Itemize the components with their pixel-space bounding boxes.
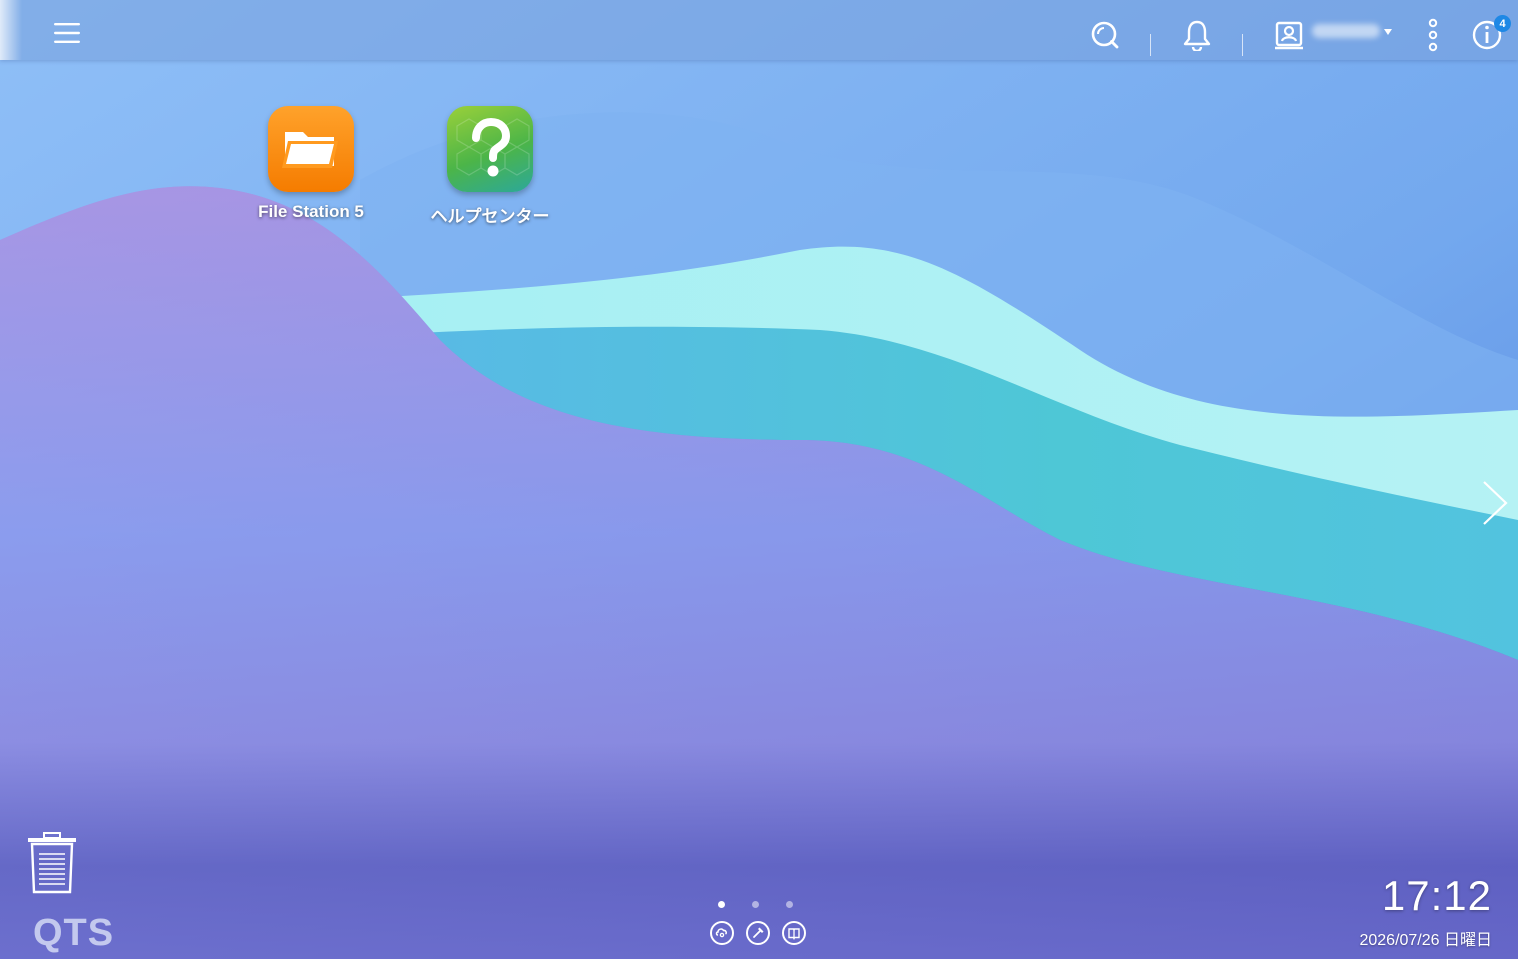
app-label: File Station 5: [258, 202, 364, 221]
user-icon: [1275, 21, 1303, 50]
more-vertical-icon: [1428, 18, 1438, 52]
help-icon: [456, 117, 530, 177]
folder-icon: [282, 132, 338, 168]
top-bar: 4: [0, 0, 1518, 60]
info-count-badge: 4: [1494, 15, 1511, 32]
toolbar-separator: [1242, 34, 1243, 56]
file-station-tile: [268, 106, 354, 192]
main-menu-button[interactable]: [48, 14, 86, 52]
page-dot-3[interactable]: [786, 901, 793, 908]
page-dot-1[interactable]: [718, 901, 725, 908]
guide-button[interactable]: [782, 921, 806, 945]
bottom-dock: [710, 921, 806, 945]
notifications-button[interactable]: [1178, 16, 1216, 54]
desktop-page-indicator: [718, 901, 793, 908]
tools-button[interactable]: [746, 921, 770, 945]
app-file-station[interactable]: File Station 5: [236, 106, 386, 222]
bell-icon: [1183, 20, 1211, 51]
myqnapcloud-button[interactable]: [710, 921, 734, 945]
help-center-tile: [447, 106, 533, 192]
desktop-wallpaper: [0, 0, 1518, 959]
myqnapcloud-icon: [715, 928, 727, 938]
clock-date: 2026/07/26 日曜日: [1359, 932, 1492, 949]
tools-icon: [753, 927, 764, 938]
more-options-button[interactable]: [1414, 16, 1452, 54]
book-icon: [788, 928, 800, 940]
user-dropdown-caret-icon[interactable]: [1384, 29, 1392, 35]
search-button[interactable]: [1086, 16, 1124, 54]
user-button[interactable]: [1270, 16, 1308, 54]
search-icon: [1091, 21, 1119, 49]
next-page-chevron-icon[interactable]: [1480, 478, 1510, 528]
clock-time: 17:12: [1381, 872, 1492, 919]
user-name-blurred[interactable]: [1312, 24, 1380, 38]
hamburger-icon: [54, 23, 80, 43]
app-help-center[interactable]: ヘルプセンター: [415, 106, 565, 227]
trash-icon[interactable]: [26, 832, 78, 894]
topbar-edge-glow: [0, 0, 22, 60]
toolbar-separator: [1150, 34, 1151, 56]
qts-logo: QTS: [33, 912, 115, 954]
page-dot-2[interactable]: [752, 901, 759, 908]
app-label: ヘルプセンター: [430, 207, 550, 226]
